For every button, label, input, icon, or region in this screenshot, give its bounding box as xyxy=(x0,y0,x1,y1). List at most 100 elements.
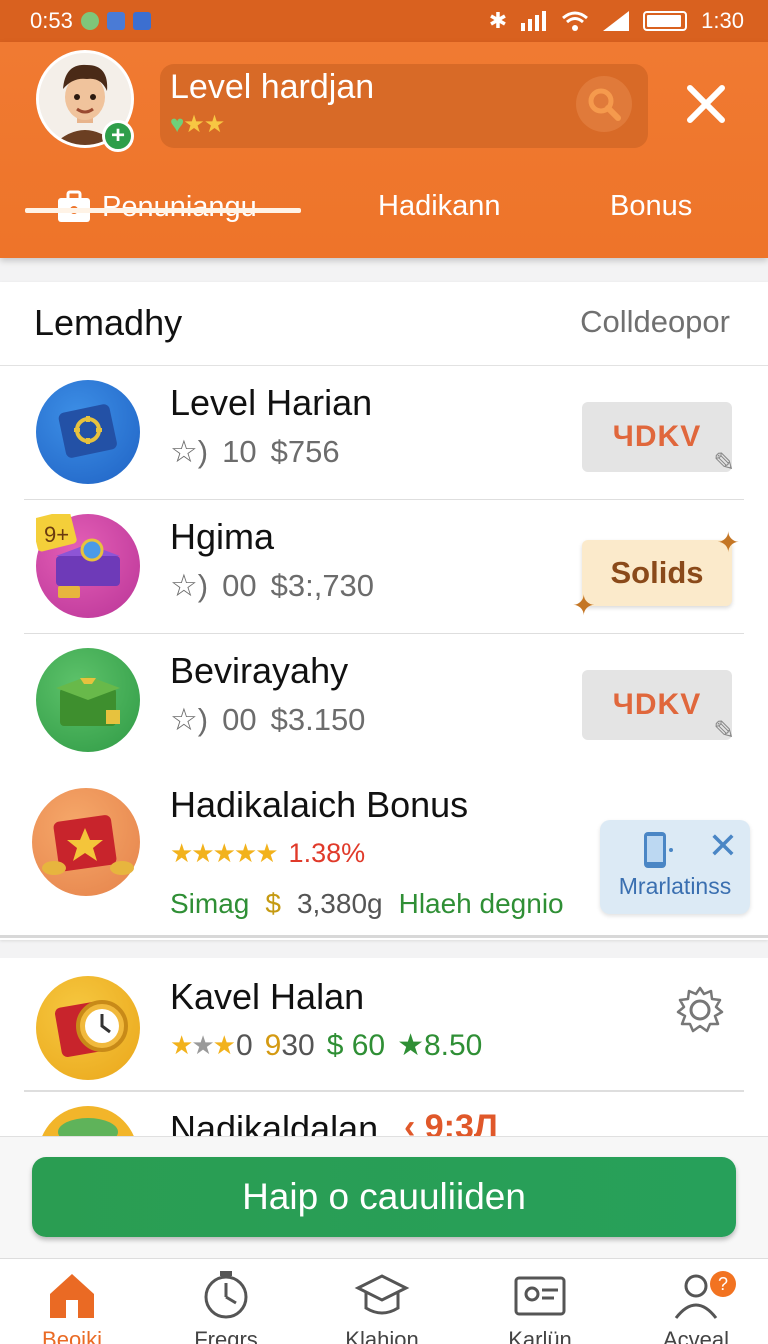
nav-label: Acveal xyxy=(662,1327,730,1344)
tab-label: Bonus xyxy=(610,190,693,222)
ribbon-icon: ✦ xyxy=(716,527,740,558)
ribbon-icon: ✦ xyxy=(572,590,596,621)
tab-hadikann[interactable]: Hadikann xyxy=(378,190,501,223)
button-label: ЧDKV xyxy=(612,688,702,721)
marketplace-button[interactable]: ✕ Mrarlatinss xyxy=(600,820,750,914)
item-name: Level Harian xyxy=(170,382,373,423)
list-item[interactable]: Level Harian ☆) 10 $756 ЧDKV ✎ xyxy=(0,366,768,500)
gear-icon[interactable] xyxy=(674,984,726,1036)
task-list-card: Lemadhy Colldeopor Level Harian ☆) 10 $7… xyxy=(0,282,768,940)
home-icon xyxy=(50,1274,94,1318)
tab-penuniangu[interactable]: Penuniangu xyxy=(56,190,257,224)
cell-signal-icon xyxy=(603,11,630,31)
add-friend-button[interactable]: + xyxy=(102,120,134,152)
tab-label: Penuniangu xyxy=(102,190,257,223)
active-tab-indicator xyxy=(25,208,301,213)
level-value: 9 xyxy=(264,1028,282,1062)
item-meta: ☆) 00 $3:,730 xyxy=(170,568,374,604)
star-rating-icon: ★★★ xyxy=(170,1030,236,1060)
search-button[interactable] xyxy=(576,76,632,132)
green-gift-icon xyxy=(36,648,140,752)
card-action-link[interactable]: Colldeopor xyxy=(580,304,730,340)
star-outline-icon: ☆) xyxy=(170,434,209,469)
primary-action-button[interactable]: Haip o cauuliiden xyxy=(32,1157,736,1237)
level-search-box[interactable]: Level hardjan ♥★★ xyxy=(160,64,648,148)
item-name: Kavel Halan xyxy=(170,976,365,1017)
svg-text:9+: 9+ xyxy=(44,522,69,547)
tab-bonus[interactable]: Bonus xyxy=(610,190,692,223)
phone-icon xyxy=(644,832,673,868)
battery-icon xyxy=(643,11,688,31)
app-icon xyxy=(132,12,151,30)
bonus-details: Simag $ 3,380g Hlaeh degnio xyxy=(170,888,564,920)
item-price: $3.150 xyxy=(270,702,366,737)
list-item[interactable]: Kavel Halan ★★★ 0 9 30 $ 60 ★8.50 xyxy=(0,958,768,1092)
item-meta: ☆) 10 $756 xyxy=(170,434,340,470)
card-title: Lemadhy xyxy=(34,302,183,343)
star-rating-icon: ★★★★★ xyxy=(170,838,279,868)
signal-icon xyxy=(521,11,547,31)
star-outline-icon: ☆) xyxy=(170,568,209,603)
card-header: Lemadhy Colldeopor xyxy=(0,282,768,366)
blue-box-icon xyxy=(36,380,140,484)
nav-item-home[interactable]: Beoiki xyxy=(2,1267,142,1344)
search-icon xyxy=(588,88,621,121)
nav-label: Karlün xyxy=(508,1327,572,1344)
status-time-right: 1:30 xyxy=(701,8,744,33)
nav-label: Fregrs xyxy=(194,1327,258,1344)
status-time: 0:53 xyxy=(30,8,73,33)
tab-bar: Penuniangu Hadikann Bonus xyxy=(0,182,768,258)
claim-button[interactable]: ЧDKV ✎ xyxy=(582,670,735,745)
solids-button[interactable]: ✦ Solids ✦ xyxy=(572,527,740,621)
pencil-icon: ✎ xyxy=(713,447,736,477)
nav-item-timer[interactable]: Fregrs xyxy=(156,1267,296,1344)
nav-item-card[interactable]: Karlün xyxy=(470,1267,610,1344)
notification-icon xyxy=(80,12,99,30)
button-label: Solids xyxy=(610,555,704,590)
bonus-status: Hlaeh degnio xyxy=(398,888,564,919)
nav-item-courses[interactable]: Klahion xyxy=(312,1267,452,1344)
item-meta: ☆) 00 $3.150 xyxy=(170,702,365,738)
secondary-list: Kavel Halan ★★★ 0 9 30 $ 60 ★8.50 Nadika… xyxy=(0,958,768,1158)
list-item[interactable]: 9+ Hgima ☆) 00 $3:,730 ✦ Solids ✦ xyxy=(0,500,768,634)
claim-button[interactable]: ЧDKV ✎ xyxy=(582,402,735,477)
graduation-cap-icon xyxy=(354,1274,410,1315)
briefcase-icon xyxy=(58,190,90,222)
item-name: Hgima xyxy=(170,516,275,557)
price-value: $ 60 xyxy=(326,1028,386,1062)
bluetooth-icon: ✱ xyxy=(488,8,508,33)
item-name: Hadikalaich Bonus xyxy=(170,784,469,825)
bonus-type: Simag xyxy=(170,888,250,919)
bonus-percent: 1.38% xyxy=(288,838,366,868)
heart-icon: ♥ xyxy=(170,111,184,138)
notification-badge: ? xyxy=(710,1271,736,1297)
bonus-list-item[interactable]: Hadikalaich Bonus ★★★★★ 1.38% Simag $ 3,… xyxy=(0,770,768,938)
reward-value: ★8.50 xyxy=(397,1029,483,1062)
level-title: Level hardjan xyxy=(170,68,375,106)
marketplace-label: Mrarlatinss xyxy=(618,873,732,899)
wifi-icon xyxy=(562,11,589,31)
timer-icon xyxy=(204,1271,248,1319)
count-value: 30 xyxy=(281,1028,315,1062)
item-name: Bevirayahy xyxy=(170,650,349,691)
red-treasure-icon xyxy=(32,788,140,896)
item-price: $756 xyxy=(270,434,340,469)
clock-chest-icon xyxy=(36,976,140,1080)
id-card-icon xyxy=(514,1276,566,1316)
bottom-navigation: Beoiki Fregrs Klahion Karlün ? Acveal xyxy=(0,1258,768,1344)
nav-label: Klahion xyxy=(345,1327,419,1344)
purple-chest-icon: 9+ xyxy=(31,510,140,618)
star-icon: ★★ xyxy=(183,111,225,138)
level-rating: ♥★★ xyxy=(170,110,225,139)
close-icon[interactable]: ✕ xyxy=(708,828,738,864)
pencil-icon: ✎ xyxy=(713,715,736,745)
header: + Level hardjan ♥★★ Penuniangu Hadikann … xyxy=(0,42,768,258)
star-outline-icon: ☆) xyxy=(170,702,209,737)
bonus-amount: 3,380g xyxy=(296,888,383,919)
nav-item-profile[interactable]: ? Acveal xyxy=(626,1267,766,1344)
bonus-rating: ★★★★★ 1.38% xyxy=(170,838,365,869)
button-label: Haip o cauuliiden xyxy=(242,1176,526,1217)
close-icon[interactable] xyxy=(682,80,730,128)
list-item[interactable]: Bevirayahy ☆) 00 $3.150 ЧDKV ✎ xyxy=(0,634,768,768)
item-count: 00 xyxy=(222,568,257,603)
